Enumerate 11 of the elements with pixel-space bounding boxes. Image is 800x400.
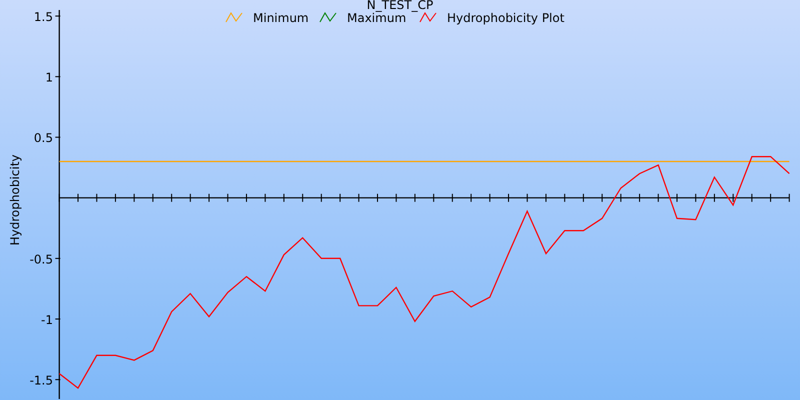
chart-title: N_TEST_CP	[366, 0, 434, 12]
axis-label: Hydrophobicity	[8, 154, 22, 246]
legend-label: Maximum	[347, 11, 406, 25]
tick-label: 1	[45, 70, 53, 85]
tick-label: -1	[41, 313, 53, 328]
legend-label: Minimum	[253, 11, 309, 25]
tick-label: -0.5	[30, 252, 53, 266]
tick-label: 1.5	[34, 10, 53, 24]
legend-label: Hydrophobicity Plot	[447, 11, 564, 25]
tick-label: -1.5	[30, 374, 53, 388]
tick-label: 0.5	[34, 131, 53, 146]
